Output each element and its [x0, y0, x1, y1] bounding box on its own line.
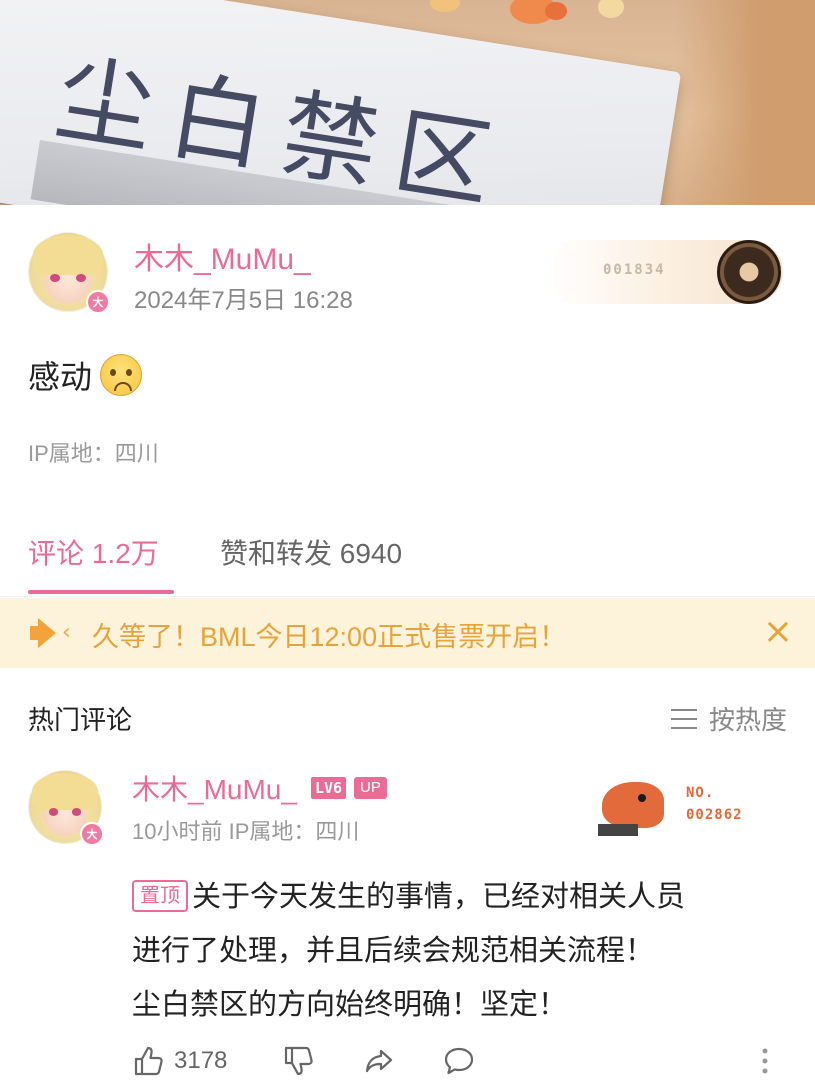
- speaker-icon: ‹: [30, 616, 76, 650]
- post-content: 感动: [28, 352, 143, 398]
- post-banner-image[interactable]: 尘白禁区: [0, 0, 815, 205]
- fan-medal-badge[interactable]: 001834: [545, 240, 783, 304]
- post-text: 感动: [28, 359, 93, 395]
- post-timestamp: 2024年7月5日 16:28: [134, 287, 353, 314]
- comment-author-name[interactable]: 木木_MuMu_: [132, 768, 297, 808]
- hot-comments-title: 热门评论: [28, 705, 133, 735]
- active-tab-indicator: [28, 590, 174, 594]
- post-author-name[interactable]: 木木_MuMu_: [134, 234, 311, 278]
- tab-likes-reposts[interactable]: 赞和转发 6940: [220, 532, 402, 572]
- dislike-button[interactable]: [282, 1044, 316, 1078]
- decoration-number: 002862: [686, 807, 743, 823]
- sort-by-popularity-button[interactable]: 按热度: [670, 700, 787, 737]
- comment-author-avatar[interactable]: 大: [28, 770, 104, 846]
- decoration-character: [602, 782, 664, 828]
- share-button[interactable]: [362, 1044, 396, 1078]
- post-ip-location: IP属地：四川: [28, 441, 159, 466]
- comment-line: 尘白禁区的方向始终明确！坚定！: [132, 989, 568, 1021]
- up-badge: UP: [354, 777, 387, 799]
- banner-flower-decoration: [545, 2, 567, 20]
- close-icon[interactable]: ×: [763, 610, 793, 654]
- fan-medal-number: 001834: [603, 262, 666, 278]
- comment-decoration-number: NO. 002862: [686, 782, 743, 826]
- avatar-eyes: [48, 808, 82, 816]
- avatar-hair: [32, 235, 104, 276]
- banner-flower-decoration: [598, 0, 624, 18]
- fan-medal-coin-icon: [717, 240, 781, 304]
- sort-label: 按热度: [708, 705, 787, 735]
- more-vertical-icon: [762, 1048, 768, 1074]
- more-options-button[interactable]: [760, 1044, 770, 1078]
- thumbs-up-icon: [134, 1046, 163, 1076]
- banner-wood-background: [675, 0, 815, 205]
- level-badge: LV6: [310, 777, 347, 799]
- share-arrow-icon: [365, 1049, 393, 1073]
- pinned-tag: 置顶: [132, 880, 188, 912]
- announcement-text[interactable]: 久等了！BML今日12:00正式售票开启！: [92, 615, 566, 654]
- sort-list-icon: [670, 708, 697, 729]
- banner-flower-decoration: [430, 0, 460, 12]
- comment-decoration-card[interactable]: [598, 772, 670, 836]
- comment-author: 木木_MuMu_ LV6 UP: [132, 768, 387, 808]
- decoration-base: [598, 824, 638, 836]
- announcement-bar[interactable]: ‹ 久等了！BML今日12:00正式售票开启！ ×: [0, 598, 815, 668]
- avatar-eyes: [50, 273, 86, 282]
- avatar-verified-badge: 大: [86, 290, 110, 314]
- tabs-divider: [0, 596, 815, 597]
- sad-face-emoji-icon: [100, 354, 143, 396]
- comment-meta: 10小时前 IP属地：四川: [132, 819, 360, 844]
- avatar-hair: [32, 772, 98, 810]
- like-button[interactable]: 3178: [132, 1044, 227, 1078]
- post-author-avatar[interactable]: 大: [28, 232, 110, 314]
- tab-comments[interactable]: 评论 1.2万: [28, 532, 159, 572]
- post-tabs: 评论 1.2万 赞和转发 6940: [0, 520, 815, 596]
- decoration-character-eye: [638, 794, 646, 802]
- comment-line: 进行了处理，并且后续会规范相关流程！: [132, 935, 655, 967]
- thumbs-down-icon: [284, 1046, 313, 1076]
- avatar-verified-badge: 大: [80, 822, 104, 846]
- comment-body: 置顶 关于今天发生的事情，已经对相关人员 进行了处理，并且后续会规范相关流程！ 尘…: [132, 870, 792, 1032]
- comment-bubble-icon: [444, 1047, 474, 1075]
- reply-button[interactable]: [442, 1044, 476, 1078]
- comment-line: 置顶 关于今天发生的事情，已经对相关人员: [132, 870, 792, 924]
- like-count: 3178: [174, 1047, 228, 1074]
- comment-line-text: 关于今天发生的事情，已经对相关人员: [192, 881, 686, 913]
- decoration-label: NO.: [686, 785, 715, 801]
- comment-actions: 3178: [132, 1044, 792, 1084]
